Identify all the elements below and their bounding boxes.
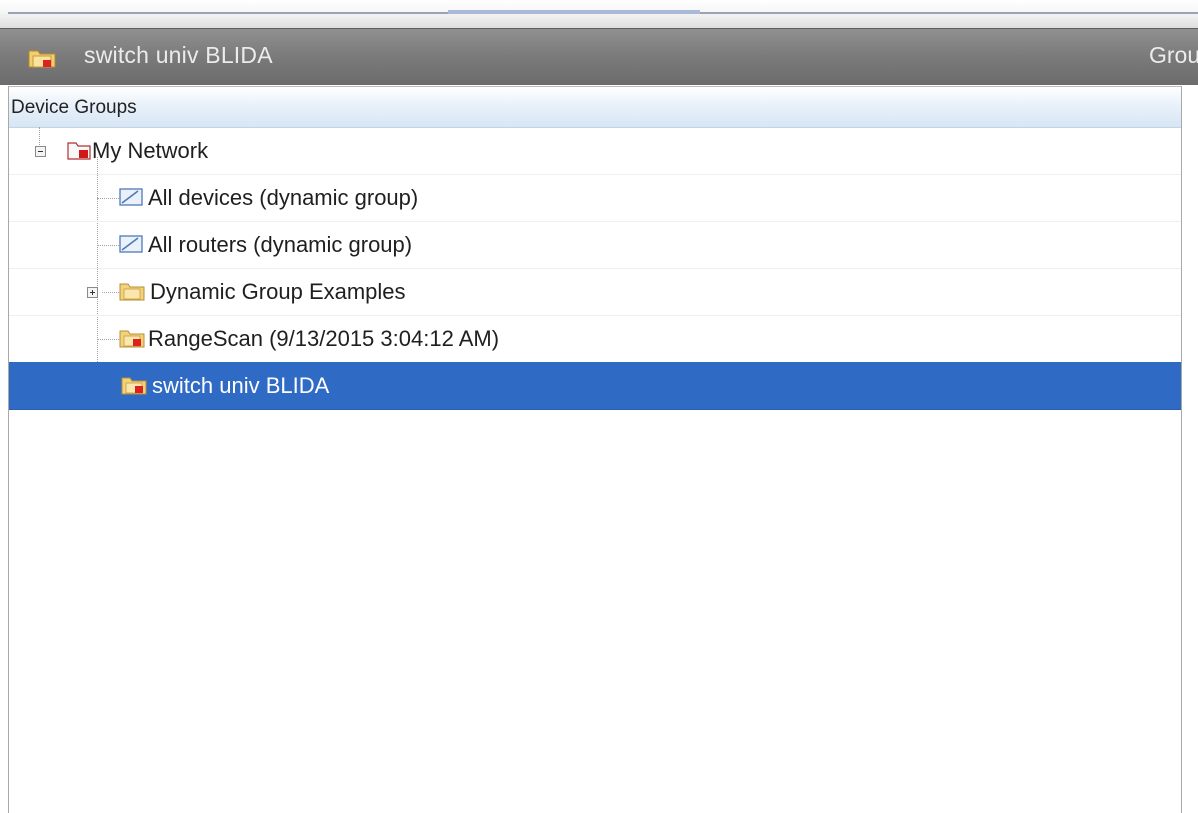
tree-item-all-routers[interactable]: All routers (dynamic group) bbox=[9, 221, 1181, 269]
tree-item-rangescan[interactable]: RangeScan (9/13/2015 3:04:12 AM) bbox=[9, 315, 1181, 363]
folder-group-icon bbox=[28, 50, 56, 68]
top-tab-strip bbox=[0, 0, 1198, 29]
network-folder-icon bbox=[67, 142, 91, 160]
tree-item-dynamic-group-examples[interactable]: Dynamic Group Examples bbox=[9, 268, 1181, 316]
dynamic-group-icon bbox=[119, 235, 143, 253]
group-label-truncated: Grou bbox=[1149, 42, 1198, 68]
tree-item-label: All routers (dynamic group) bbox=[148, 232, 413, 257]
window-title: switch univ BLIDA bbox=[84, 42, 273, 68]
tab-line-right bbox=[700, 12, 1198, 14]
dynamic-group-icon bbox=[119, 188, 143, 206]
tree-item-my-network[interactable]: My Network bbox=[9, 127, 1181, 175]
tab-line-active[interactable] bbox=[448, 10, 700, 14]
panel-header-title: Device Groups bbox=[11, 97, 137, 118]
folder-group-icon bbox=[119, 330, 145, 348]
tree-item-label: All devices (dynamic group) bbox=[148, 185, 419, 210]
tree-item-label: Dynamic Group Examples bbox=[150, 279, 406, 304]
tree-item-switch-univ-blida[interactable]: switch univ BLIDA bbox=[9, 362, 1181, 410]
device-groups-panel: Device Groups My Network All devices (dy… bbox=[8, 86, 1182, 813]
tree-item-all-devices[interactable]: All devices (dynamic group) bbox=[9, 174, 1181, 222]
tree-item-label: RangeScan (9/13/2015 3:04:12 AM) bbox=[148, 326, 500, 351]
window-title-bar: switch univ BLIDA Grou bbox=[0, 28, 1198, 85]
tab-line-left bbox=[8, 12, 448, 14]
panel-header: Device Groups bbox=[9, 86, 1181, 128]
folder-icon bbox=[119, 283, 145, 301]
folder-group-icon bbox=[121, 377, 147, 395]
tree-item-label: switch univ BLIDA bbox=[152, 373, 330, 398]
tree-item-label: My Network bbox=[92, 138, 209, 163]
expand-toggle[interactable] bbox=[87, 287, 98, 298]
collapse-toggle[interactable] bbox=[35, 146, 46, 157]
